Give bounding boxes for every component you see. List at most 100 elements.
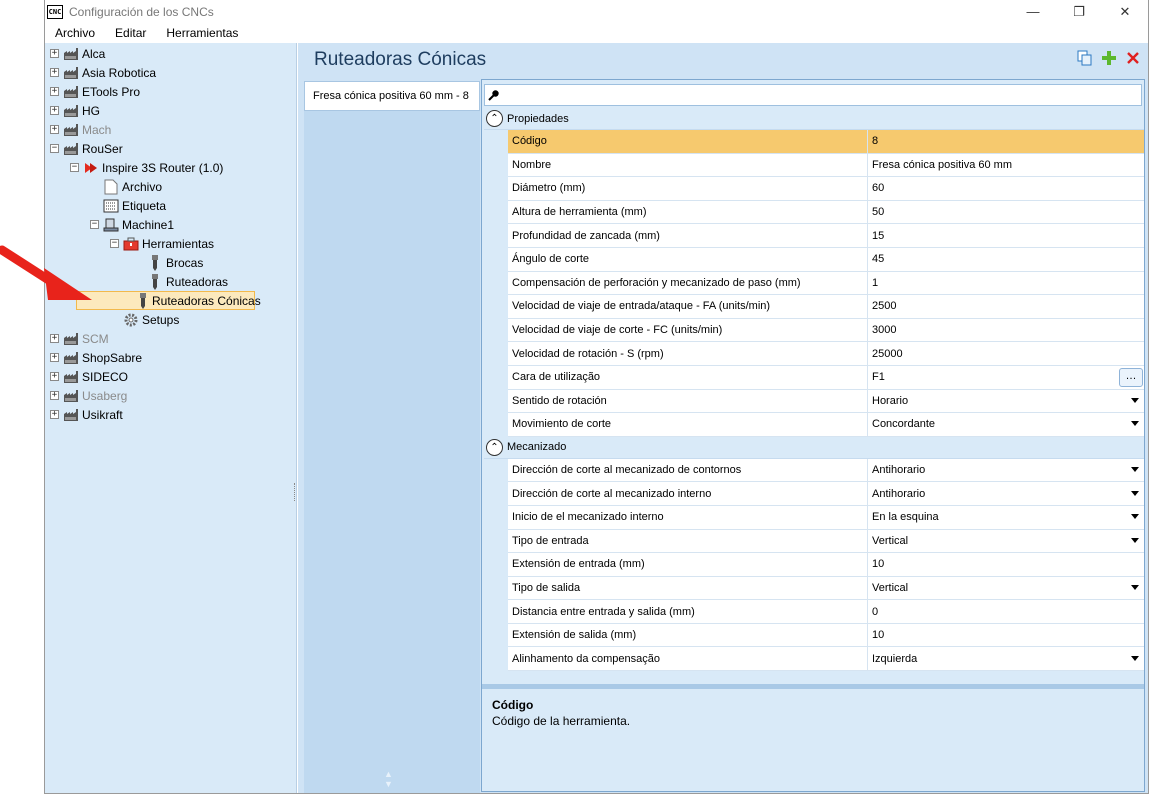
property-row[interactable]: Sentido de rotación Horario bbox=[484, 389, 1144, 414]
property-value[interactable]: Horario bbox=[868, 389, 1144, 414]
search-bar[interactable] bbox=[484, 84, 1142, 106]
expand-icon[interactable]: + bbox=[50, 410, 59, 419]
tree-item[interactable]: − Inspire 3S Router (1.0) bbox=[70, 158, 223, 177]
tree-item[interactable]: + Asia Robotica bbox=[50, 63, 156, 82]
property-row[interactable]: Movimiento de corte Concordante bbox=[484, 413, 1144, 437]
minimize-button[interactable]: — bbox=[1010, 0, 1056, 23]
copy-button[interactable] bbox=[1076, 49, 1094, 67]
close-window-button[interactable]: ✕ bbox=[1102, 0, 1148, 23]
property-value[interactable]: 45 bbox=[868, 247, 1144, 272]
dropdown-arrow-icon[interactable] bbox=[1131, 490, 1139, 496]
property-row[interactable]: Altura de herramienta (mm) 50 bbox=[484, 200, 1144, 225]
tree-item[interactable]: + ETools Pro bbox=[50, 82, 140, 101]
property-row[interactable]: Profundidad de zancada (mm) 15 bbox=[484, 224, 1144, 248]
tree-item[interactable]: Setups bbox=[110, 310, 179, 329]
property-row[interactable]: Dirección de corte al mecanizado de cont… bbox=[484, 458, 1144, 483]
tree-item[interactable]: Brocas bbox=[130, 253, 203, 272]
tree-item[interactable]: + HG bbox=[50, 101, 100, 120]
property-row[interactable]: Velocidad de rotación - S (rpm) 25000 bbox=[484, 342, 1144, 366]
collapse-icon[interactable]: − bbox=[70, 163, 79, 172]
property-value[interactable]: En la esquina bbox=[868, 505, 1144, 530]
property-value[interactable]: 8 bbox=[868, 130, 1144, 154]
tree-item[interactable]: + Mach bbox=[50, 120, 111, 139]
property-value[interactable]: 0 bbox=[868, 600, 1144, 624]
property-value[interactable]: Izquierda bbox=[868, 647, 1144, 672]
property-value[interactable]: 10 bbox=[868, 553, 1144, 577]
expand-icon[interactable]: + bbox=[50, 106, 59, 115]
property-value[interactable]: 50 bbox=[868, 200, 1144, 225]
property-value[interactable]: Vertical bbox=[868, 529, 1144, 554]
menu-archivo[interactable]: Archivo bbox=[45, 26, 105, 40]
property-value[interactable]: Antihorario bbox=[868, 482, 1144, 506]
property-row[interactable]: Distancia entre entrada y salida (mm) 0 bbox=[484, 600, 1144, 624]
category-header[interactable]: ⌃ Mecanizado bbox=[484, 436, 1144, 459]
maximize-button[interactable]: ❐ bbox=[1056, 0, 1102, 23]
property-row[interactable]: Extensión de entrada (mm) 10 bbox=[484, 553, 1144, 577]
ellipsis-button[interactable]: … bbox=[1119, 367, 1143, 387]
add-button[interactable] bbox=[1100, 49, 1118, 67]
expand-icon[interactable]: + bbox=[50, 49, 59, 58]
tree-item[interactable]: − Machine1 bbox=[90, 215, 174, 234]
property-value[interactable]: Antihorario bbox=[868, 458, 1144, 483]
property-row[interactable]: Compensación de perforación y mecanizado… bbox=[484, 271, 1144, 296]
property-row[interactable]: Velocidad de viaje de corte - FC (units/… bbox=[484, 318, 1144, 343]
tree-item[interactable]: Archivo bbox=[90, 177, 162, 196]
property-value[interactable]: 60 bbox=[868, 177, 1144, 201]
scroll-arrows-icon[interactable]: ▲ ▼ bbox=[384, 769, 393, 789]
menu-herramientas[interactable]: Herramientas bbox=[156, 26, 248, 40]
property-row[interactable]: Tipo de salida Vertical bbox=[484, 576, 1144, 601]
dropdown-arrow-icon[interactable] bbox=[1131, 467, 1139, 473]
property-row[interactable]: Alinhamento da compensação Izquierda bbox=[484, 647, 1144, 672]
property-row[interactable]: Inicio de el mecanizado interno En la esq… bbox=[484, 505, 1144, 530]
dropdown-arrow-icon[interactable] bbox=[1131, 584, 1139, 590]
collapse-icon[interactable]: − bbox=[90, 220, 99, 229]
expand-icon[interactable]: + bbox=[50, 353, 59, 362]
tree-item[interactable]: + Usaberg bbox=[50, 386, 127, 405]
property-value[interactable]: 10 bbox=[868, 623, 1144, 648]
help-divider[interactable] bbox=[482, 684, 1144, 689]
tree-item[interactable]: + SIDECO bbox=[50, 367, 128, 386]
splitter-handle[interactable] bbox=[294, 483, 297, 501]
collapse-chevron-icon[interactable]: ⌃ bbox=[486, 110, 503, 127]
property-value[interactable]: 1 bbox=[868, 271, 1144, 296]
expand-icon[interactable]: + bbox=[50, 125, 59, 134]
dropdown-arrow-icon[interactable] bbox=[1131, 514, 1139, 520]
tree-item[interactable]: Ruteadoras bbox=[130, 272, 228, 291]
dropdown-arrow-icon[interactable] bbox=[1131, 397, 1139, 403]
property-row[interactable]: Extensión de salida (mm) 10 bbox=[484, 623, 1144, 648]
property-row[interactable]: Ángulo de corte 45 bbox=[484, 247, 1144, 272]
property-row[interactable]: Dirección de corte al mecanizado interno… bbox=[484, 482, 1144, 506]
property-value[interactable]: 3000 bbox=[868, 318, 1144, 343]
tool-list-item[interactable]: Fresa cónica positiva 60 mm - 8 bbox=[304, 81, 480, 111]
expand-icon[interactable]: + bbox=[50, 372, 59, 381]
property-value[interactable]: 15 bbox=[868, 224, 1144, 248]
property-value[interactable]: 25000 bbox=[868, 342, 1144, 366]
property-row[interactable]: Velocidad de viaje de entrada/ataque - F… bbox=[484, 295, 1144, 319]
expand-icon[interactable]: + bbox=[50, 87, 59, 96]
tree-item-selected[interactable]: Ruteadoras Cónicas bbox=[76, 291, 261, 310]
tree-item[interactable]: − Herramientas bbox=[110, 234, 214, 253]
collapse-chevron-icon[interactable]: ⌃ bbox=[486, 438, 503, 456]
tree-item[interactable]: + ShopSabre bbox=[50, 348, 142, 367]
category-header[interactable]: ⌃ Propiedades bbox=[484, 108, 1144, 130]
tree-item[interactable]: Etiqueta bbox=[90, 196, 166, 215]
dropdown-arrow-icon[interactable] bbox=[1131, 655, 1139, 661]
property-row[interactable]: Cara de utilização F1… bbox=[484, 365, 1144, 390]
dropdown-arrow-icon[interactable] bbox=[1131, 537, 1139, 543]
property-row[interactable]: Nombre Fresa cónica positiva 60 mm bbox=[484, 153, 1144, 178]
property-value[interactable]: Vertical bbox=[868, 576, 1144, 601]
property-row[interactable]: Diámetro (mm) 60 bbox=[484, 177, 1144, 201]
tree-item[interactable]: + Usikraft bbox=[50, 405, 123, 424]
expand-icon[interactable]: + bbox=[50, 334, 59, 343]
collapse-icon[interactable]: − bbox=[110, 239, 119, 248]
delete-button[interactable] bbox=[1124, 49, 1142, 67]
property-value[interactable]: Concordante bbox=[868, 413, 1144, 437]
property-value[interactable]: 2500 bbox=[868, 295, 1144, 319]
expand-icon[interactable]: + bbox=[50, 68, 59, 77]
tree-item[interactable]: − RouSer bbox=[50, 139, 123, 158]
tree-item[interactable]: + SCM bbox=[50, 329, 109, 348]
expand-icon[interactable]: + bbox=[50, 391, 59, 400]
property-row[interactable]: Tipo de entrada Vertical bbox=[484, 529, 1144, 554]
search-input[interactable] bbox=[504, 88, 1141, 102]
property-row[interactable]: Código 8 bbox=[484, 130, 1144, 154]
